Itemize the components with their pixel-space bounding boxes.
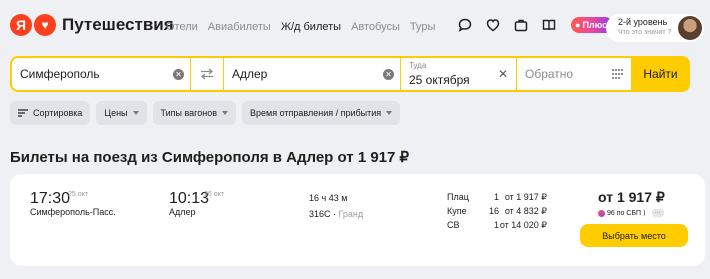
departure-station: Симферополь-Пасс.: [30, 207, 116, 217]
level-help-link[interactable]: Что это значит ?: [618, 29, 671, 36]
from-value: Симферополь: [20, 67, 100, 81]
return-date-placeholder: Обратно: [525, 67, 574, 81]
clear-date-icon[interactable]: ✕: [498, 67, 508, 81]
header-icons: ● Плюс: [457, 17, 614, 33]
level-title: 2-й уровень: [618, 17, 668, 27]
price-filter[interactable]: Цены: [96, 101, 147, 125]
departure-date-value: 25 октября: [409, 73, 470, 87]
more-icon[interactable]: ···: [651, 209, 664, 217]
to-value: Адлер: [232, 67, 268, 81]
clear-to-icon[interactable]: ✕: [383, 69, 394, 80]
swap-arrows-icon: [200, 68, 214, 80]
min-price: от 1 917 ₽: [598, 189, 665, 205]
seat-count: 1: [493, 192, 499, 202]
nav-trains[interactable]: Ж/д билеты: [281, 21, 341, 33]
train-result-card[interactable]: 17:30 25 окт Симферополь-Пасс. 10:13 26 …: [10, 174, 705, 266]
seat-classes: Плац 1 от 1 917 ₽ Купе 16 от 4 832 ₽ СВ …: [447, 192, 547, 234]
seat-class: Купе: [447, 206, 467, 216]
to-field[interactable]: Адлер ✕: [224, 58, 400, 90]
header: Я ♥ Путешествия Отели Авиабилеты Ж/д бил…: [0, 0, 710, 52]
clear-from-icon[interactable]: ✕: [173, 69, 184, 80]
avatar[interactable]: [678, 16, 702, 40]
chevron-down-icon: [386, 111, 393, 115]
seat-row[interactable]: Купе 16 от 4 832 ₽: [447, 206, 547, 220]
train-info: 316С · Гранд: [309, 209, 364, 219]
departure-date-field[interactable]: Туда 25 октября ✕: [401, 58, 516, 90]
sbp-cashback: 96 по СБП ⟩ ···: [598, 209, 664, 217]
favorites-heart-icon[interactable]: [485, 17, 501, 33]
return-date-field[interactable]: Обратно: [517, 58, 631, 90]
nav-buses[interactable]: Автобусы: [351, 21, 400, 33]
seat-count: 16: [488, 206, 499, 216]
time-filter-label: Время отправления / прибытия: [250, 108, 382, 118]
seat-class: Плац: [447, 192, 469, 202]
seat-count: 1: [493, 220, 499, 230]
trip-duration: 16 ч 43 м: [309, 193, 348, 203]
nav-flights[interactable]: Авиабилеты: [208, 21, 271, 33]
arrival-date: 26 окт: [204, 191, 224, 198]
seat-price: от 14 020 ₽: [499, 220, 547, 230]
from-field[interactable]: Симферополь ✕: [12, 58, 190, 90]
seat-row[interactable]: Плац 1 от 1 917 ₽: [447, 192, 547, 206]
yandex-logo-icon: Я: [10, 14, 32, 36]
car-type-filter-label: Типы вагонов: [160, 108, 218, 118]
price-filter-label: Цены: [104, 108, 128, 118]
seat-price: от 4 832 ₽: [504, 206, 547, 216]
sort-icon: [18, 109, 28, 117]
sbp-text: 96 по СБП: [607, 209, 642, 217]
plus-label: Плюс: [582, 20, 608, 30]
car-type-filter[interactable]: Типы вагонов: [152, 101, 237, 125]
seat-price: от 1 917 ₽: [504, 192, 547, 202]
nav-hotels[interactable]: Отели: [166, 21, 198, 33]
choose-seat-button[interactable]: Выбрать место: [580, 224, 688, 247]
swap-button[interactable]: [191, 58, 223, 90]
time-filter[interactable]: Время отправления / прибытия: [242, 101, 401, 125]
heart-logo-icon: ♥: [34, 14, 56, 36]
sbp-logo-icon: ⟩: [643, 210, 646, 217]
seat-class: СВ: [447, 220, 460, 230]
search-bar: Симферополь ✕ Адлер ✕ Туда 25 октября ✕ …: [10, 56, 690, 92]
train-brand: Гранд: [338, 209, 364, 219]
departure-date-label: Туда: [409, 61, 427, 70]
calendar-icon: [612, 69, 623, 79]
journal-book-icon[interactable]: [541, 17, 557, 33]
train-number: 316С: [309, 209, 331, 219]
filter-bar: Сортировка Цены Типы вагонов Время отпра…: [10, 101, 401, 125]
chevron-down-icon: [222, 111, 229, 115]
arrival-station: Адлер: [169, 207, 196, 217]
plus-icon: ●: [575, 20, 581, 30]
brand-name: Путешествия: [62, 15, 174, 34]
sort-button[interactable]: Сортировка: [10, 101, 91, 125]
trips-suitcase-icon[interactable]: [513, 17, 529, 33]
plus-points-icon: [598, 209, 605, 217]
top-nav: Отели Авиабилеты Ж/д билеты Автобусы Тур…: [166, 21, 435, 33]
departure-date: 25 окт: [68, 191, 88, 198]
user-level-widget[interactable]: 2-й уровень Что это значит ?: [606, 14, 704, 42]
chat-icon[interactable]: [457, 17, 473, 33]
seat-row[interactable]: СВ 1 от 14 020 ₽: [447, 220, 547, 234]
logo[interactable]: Я ♥ Путешествия: [10, 14, 174, 36]
nav-tours[interactable]: Туры: [410, 21, 436, 33]
page-title: Билеты на поезд из Симферополя в Адлер о…: [10, 149, 410, 166]
departure-time: 17:30: [30, 190, 71, 207]
chevron-down-icon: [132, 111, 139, 115]
sort-label: Сортировка: [33, 108, 83, 118]
find-button[interactable]: Найти: [633, 58, 688, 90]
